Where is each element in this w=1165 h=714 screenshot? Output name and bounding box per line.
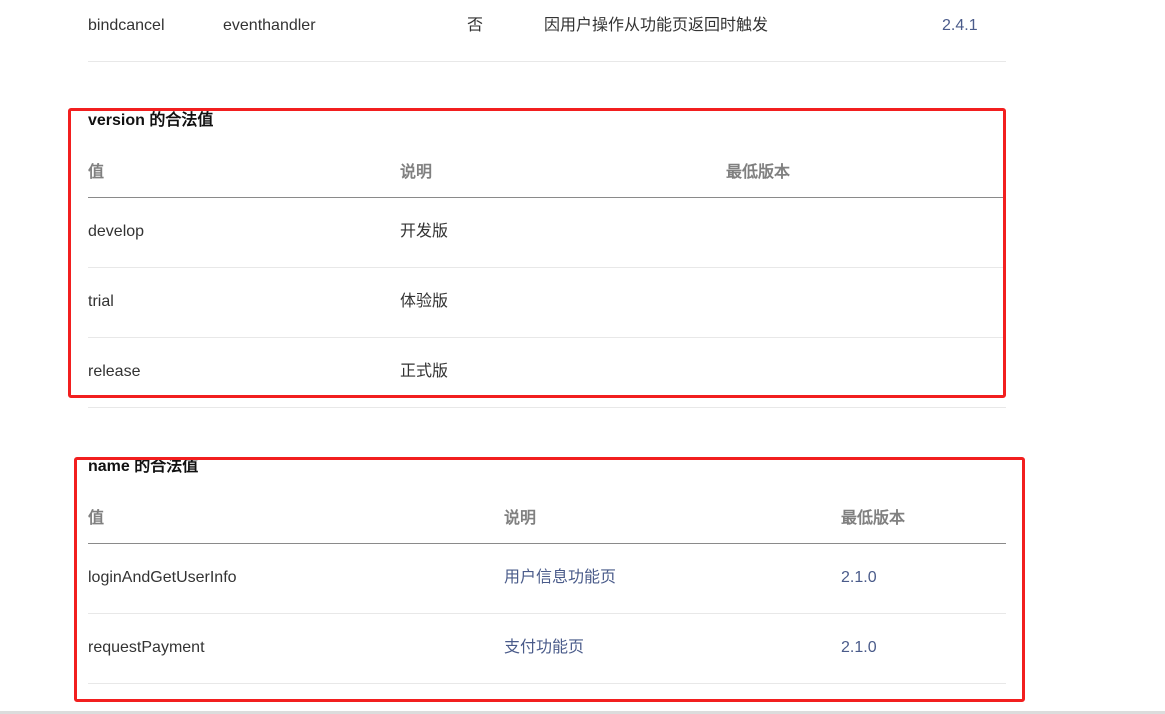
property-name: bindcancel	[88, 17, 165, 34]
name-highlight-box	[74, 457, 1025, 702]
row-divider	[88, 407, 1006, 408]
doc-page: bindcancel eventhandler 否 因用户操作从功能页返回时触发…	[0, 0, 1165, 714]
property-type: eventhandler	[223, 17, 316, 34]
property-version: 2.4.1	[942, 17, 978, 34]
property-required: 否	[467, 17, 484, 34]
version-highlight-box	[68, 108, 1006, 398]
row-divider	[88, 61, 1006, 62]
property-description: 因用户操作从功能页返回时触发	[544, 17, 769, 34]
